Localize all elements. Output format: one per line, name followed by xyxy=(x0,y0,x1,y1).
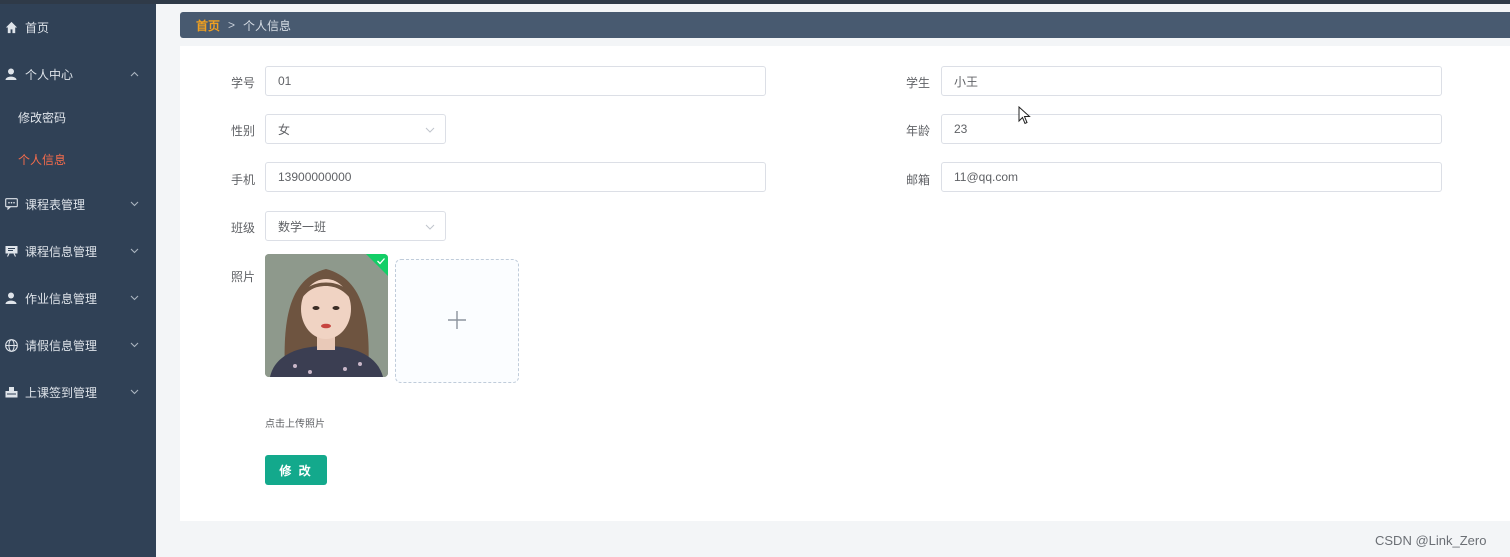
phone-value: 13900000000 xyxy=(278,170,352,184)
sidebar-item-personal-center[interactable]: 个人中心 xyxy=(0,62,156,86)
sidebar-item-schedule[interactable]: 课程表管理 xyxy=(0,192,156,216)
check-icon xyxy=(376,255,386,265)
user-icon xyxy=(4,67,18,81)
submit-button[interactable]: 修 改 xyxy=(265,455,327,485)
sidebar-item-label: 个人中心 xyxy=(25,67,74,82)
sidebar-item-label: 请假信息管理 xyxy=(25,338,98,353)
sidebar-item-homework[interactable]: 作业信息管理 xyxy=(0,286,156,310)
sidebar-item-home[interactable]: 首页 xyxy=(0,15,156,39)
age-field[interactable]: 23 xyxy=(941,114,1442,144)
gender-value: 女 xyxy=(278,122,291,137)
sidebar-item-label: 课程表管理 xyxy=(25,197,86,212)
uploaded-photo[interactable] xyxy=(265,254,388,377)
age-value: 23 xyxy=(954,122,968,136)
sidebar-subitem-personal-info[interactable]: 个人信息 xyxy=(0,147,156,171)
email-value: 11@qq.com xyxy=(954,170,1018,184)
chevron-down-icon xyxy=(129,387,139,397)
chevron-down-icon xyxy=(425,124,435,134)
sidebar-subitem-change-password[interactable]: 修改密码 xyxy=(0,105,156,129)
sidebar-item-label: 课程信息管理 xyxy=(25,244,98,259)
breadcrumb-current: 个人信息 xyxy=(243,18,292,33)
student-id-field[interactable]: 01 xyxy=(265,66,766,96)
student-id-value: 01 xyxy=(278,74,292,88)
student-name-field[interactable]: 小王 xyxy=(941,66,1442,96)
chevron-down-icon xyxy=(129,340,139,350)
board-icon xyxy=(4,244,18,258)
chevron-up-icon xyxy=(129,69,139,79)
age-label: 年龄 xyxy=(906,124,931,138)
phone-label: 手机 xyxy=(231,173,256,187)
sidebar-item-leave[interactable]: 请假信息管理 xyxy=(0,333,156,357)
email-field[interactable]: 11@qq.com xyxy=(941,162,1442,192)
class-select[interactable]: 数学一班 xyxy=(265,211,446,241)
stamp-icon xyxy=(4,385,18,399)
sidebar-item-label: 上课签到管理 xyxy=(25,385,98,400)
email-label: 邮箱 xyxy=(906,173,931,187)
breadcrumb-separator: > xyxy=(228,18,236,32)
globe-icon xyxy=(4,338,18,352)
sidebar-item-course-info[interactable]: 课程信息管理 xyxy=(0,239,156,263)
sidebar-subitem-label: 个人信息 xyxy=(18,152,67,167)
class-label: 班级 xyxy=(231,221,256,235)
breadcrumb: 首页 > 个人信息 xyxy=(180,12,1510,38)
student-id-label: 学号 xyxy=(231,76,256,90)
chevron-down-icon xyxy=(129,246,139,256)
sidebar-subitem-label: 修改密码 xyxy=(18,110,67,125)
sidebar-item-label: 作业信息管理 xyxy=(25,291,98,306)
sidebar: 首页 个人中心 修改密码 个人信息 课程表管理 课程信息管理 作业信息管理 请假… xyxy=(0,4,156,557)
student-name-label: 学生 xyxy=(906,76,931,90)
mouse-cursor-icon xyxy=(1018,105,1032,126)
phone-field[interactable]: 13900000000 xyxy=(265,162,766,192)
chevron-down-icon xyxy=(129,199,139,209)
sidebar-item-label: 首页 xyxy=(25,20,50,35)
breadcrumb-home-link[interactable]: 首页 xyxy=(196,17,220,34)
upload-hint: 点击上传照片 xyxy=(265,419,325,430)
gender-select[interactable]: 女 xyxy=(265,114,446,144)
student-name-value: 小王 xyxy=(954,74,979,89)
photo-label: 照片 xyxy=(231,270,256,284)
sidebar-item-attendance[interactable]: 上课签到管理 xyxy=(0,380,156,404)
gender-label: 性别 xyxy=(231,124,256,138)
user-icon xyxy=(4,291,18,305)
plus-icon xyxy=(446,309,468,334)
home-icon xyxy=(4,20,18,34)
chevron-down-icon xyxy=(425,221,435,231)
chat-icon xyxy=(4,197,18,211)
class-value: 数学一班 xyxy=(278,219,327,234)
watermark: CSDN @Link_Zero xyxy=(1375,533,1487,548)
photo-upload-button[interactable] xyxy=(395,259,519,383)
top-bar xyxy=(0,0,1510,4)
chevron-down-icon xyxy=(129,293,139,303)
